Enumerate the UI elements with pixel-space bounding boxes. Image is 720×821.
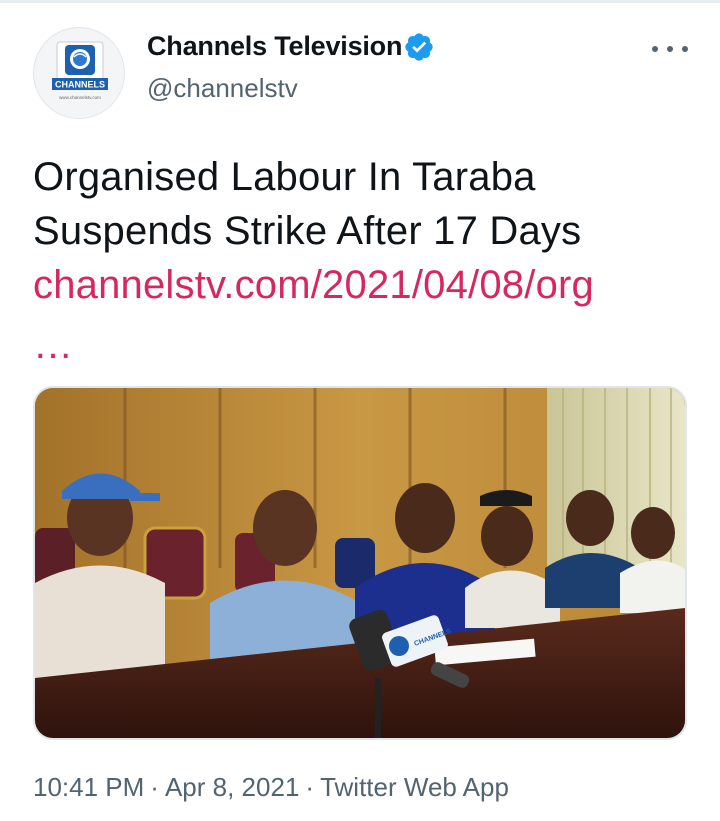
tweet-link[interactable]: channelstv.com/2021/04/08/org (33, 258, 594, 312)
tweet-time[interactable]: 10:41 PM (33, 772, 144, 802)
press-conference-photo: CHANNELS (35, 388, 685, 738)
avatar-logo-text: CHANNELS (55, 80, 105, 90)
meta-separator: · (305, 772, 315, 802)
display-name[interactable]: Channels Television (147, 31, 402, 62)
tweet-media-image[interactable]: CHANNELS (33, 386, 687, 740)
more-horizontal-icon (667, 46, 673, 52)
tweet-text-line: Organised Labour In Taraba (33, 155, 536, 199)
more-options-button[interactable] (652, 34, 688, 64)
avatar[interactable]: CHANNELS www.channelstv.com (33, 27, 125, 119)
tweet-card[interactable]: CHANNELS www.channelstv.com Channels Tel… (0, 0, 720, 821)
channels-logo-icon: CHANNELS www.channelstv.com (35, 29, 124, 118)
more-horizontal-icon (682, 46, 688, 52)
tweet-date[interactable]: Apr 8, 2021 (165, 772, 299, 802)
handle[interactable]: @channelstv (147, 73, 298, 104)
tweet-link-ellipsis[interactable]: … (33, 318, 73, 372)
meta-separator: · (150, 772, 159, 802)
tweet-text-line: Suspends Strike After 17 Days (33, 209, 582, 253)
tweet-meta: 10:41 PM · Apr 8, 2021 · Twitter Web App (33, 772, 509, 803)
tweet-source[interactable]: Twitter Web App (320, 772, 509, 802)
avatar-logo-subtext: www.channelstv.com (59, 95, 101, 100)
more-horizontal-icon (652, 46, 658, 52)
tweet-text: Organised Labour In Taraba Suspends Stri… (33, 150, 693, 258)
verified-badge-icon (405, 33, 433, 61)
